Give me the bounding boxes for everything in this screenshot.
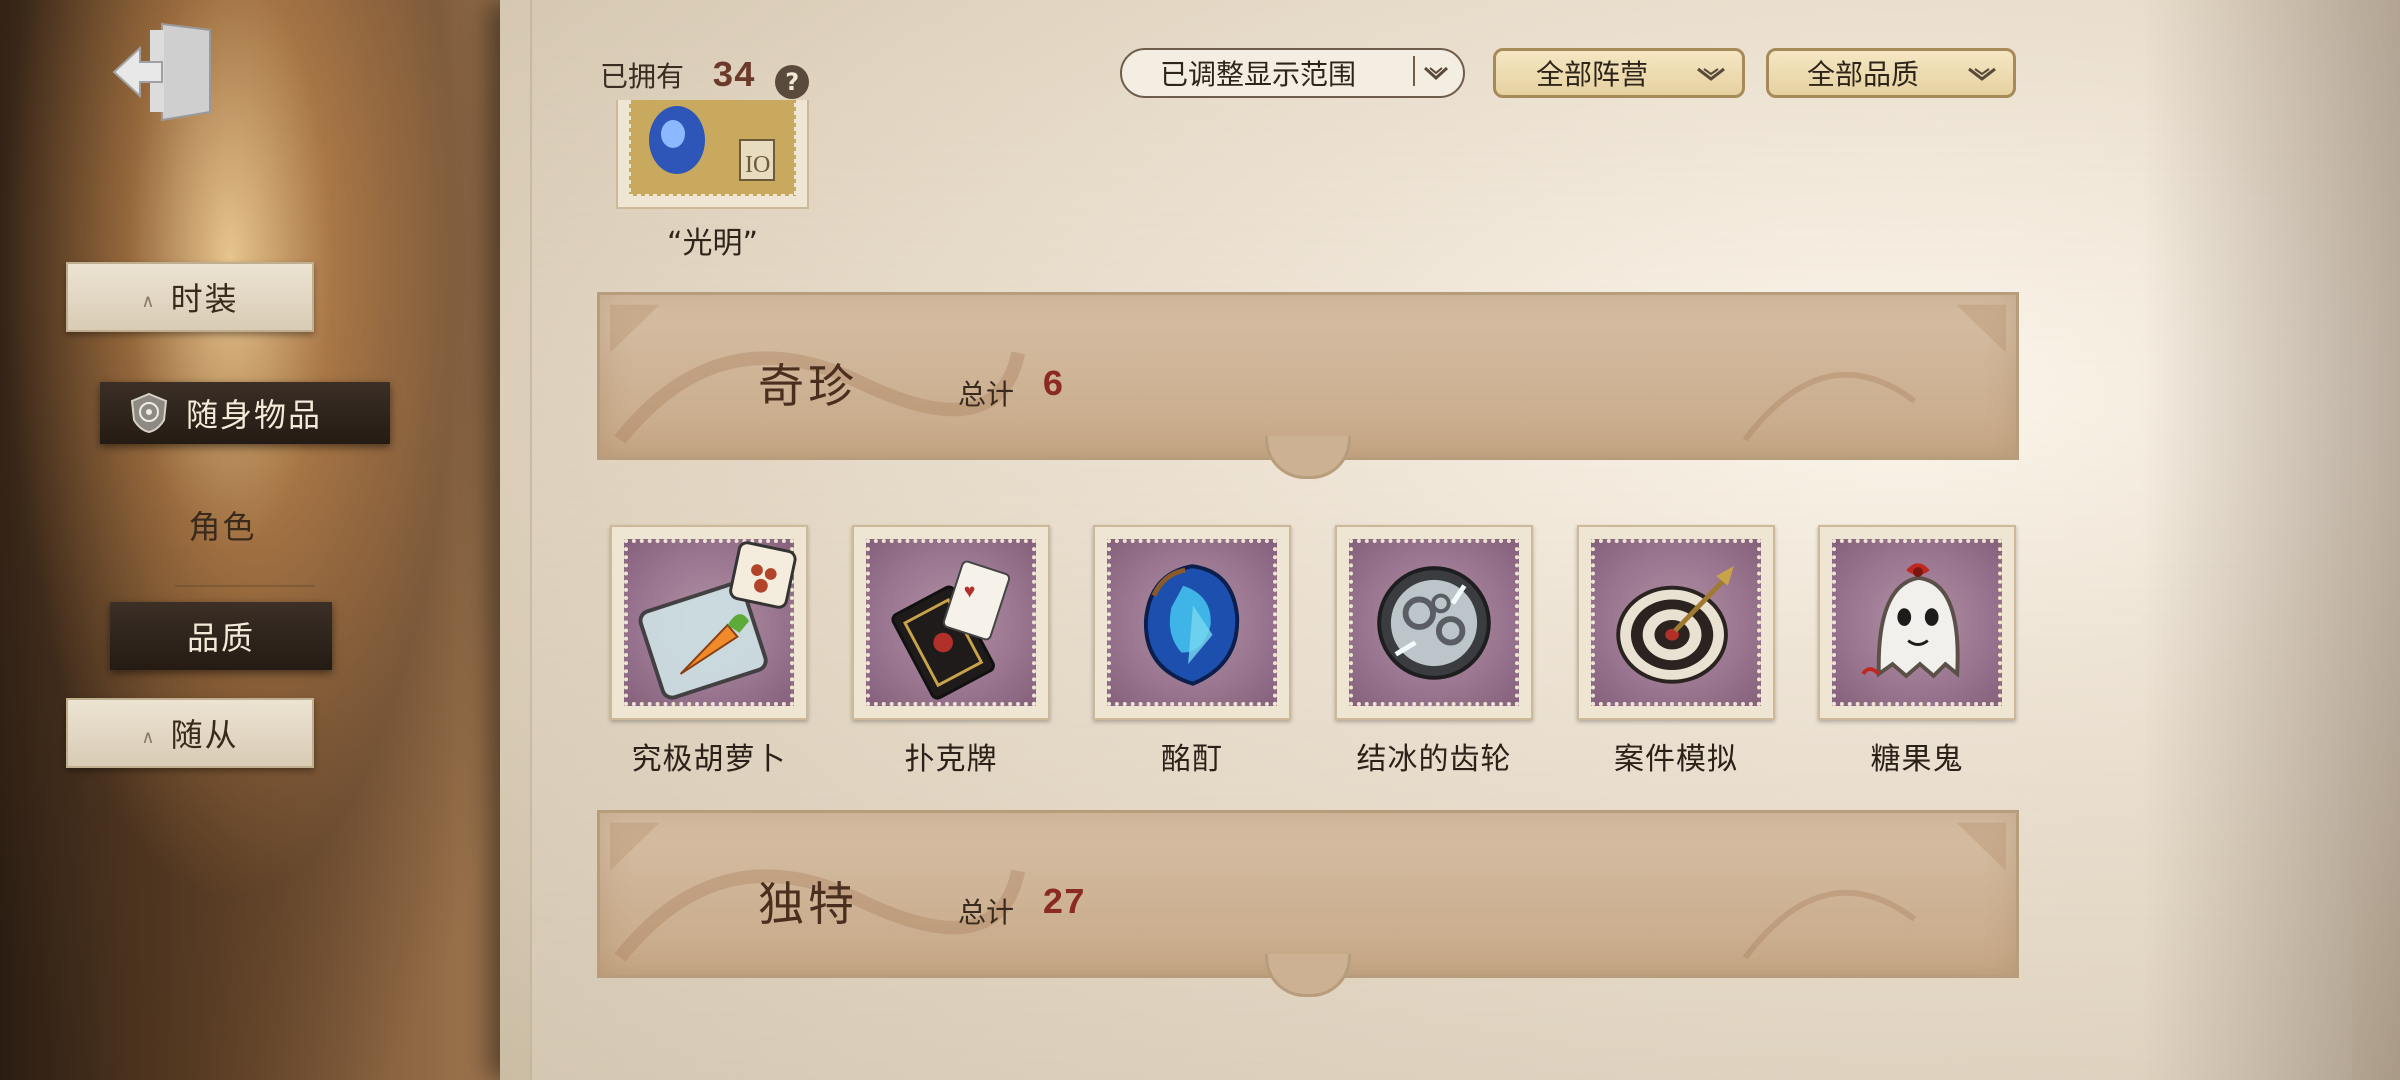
owned-count-row: 已拥有 34 ? [600,55,810,99]
svg-text:IO: IO [745,152,770,178]
item-stamp [610,525,808,720]
item-label: 扑克牌 [904,742,998,777]
item-card[interactable]: ♥ 扑克牌 [852,525,1057,778]
owned-count: 34 [712,56,756,97]
nav-item-label: 品质 [186,619,255,657]
nav-item-character[interactable]: 角色 [150,500,295,550]
quality-filter-dropdown[interactable]: 全部品质 [1766,48,2016,98]
item-label: 案件模拟 [1614,742,1738,777]
nav-item-companion[interactable]: ∧ 随从 [66,698,314,768]
nav-item-label: 时装 [170,280,239,318]
item-label: “光明” [666,226,759,261]
nav-item-fashion[interactable]: ∧ 时装 [66,262,314,332]
faction-filter-dropdown[interactable]: 全部阵营 [1493,48,1745,98]
item-label: 究极胡萝卜 [631,742,787,777]
nav-item-label: 随身物品 [186,396,323,434]
emblem-icon [128,392,170,434]
item-stamp [1577,525,1775,720]
exit-door-icon[interactable] [110,16,220,126]
nav-item-label: 角色 [188,508,257,546]
section-banner-rare: 奇珍 总计 6 [597,292,2019,460]
item-card[interactable]: 究极胡萝卜 [610,525,815,778]
item-stamp-light[interactable]: IO [615,100,810,210]
right-edge-shadow [2140,0,2400,1080]
item-card[interactable]: 案件模拟 [1577,525,1782,778]
owned-label: 已拥有 [600,60,685,93]
section-banner-unique: 独特 总计 27 [597,810,2019,978]
section-count-label: 总计 [958,378,1015,411]
nav-item-label: 随从 [170,716,239,754]
chevron-up-icon: ∧ [141,726,157,748]
item-label: 酩酊 [1161,742,1223,777]
item-stamp [1335,525,1533,720]
item-label: 结冰的齿轮 [1356,742,1512,777]
nav-item-accessories[interactable]: 随身物品 [100,382,390,444]
section-count: 27 [1042,883,1086,924]
carrot-jar-icon [638,541,797,700]
item-stamp: ♥ [852,525,1050,720]
nav-divider [175,585,315,587]
dropdown-label: 全部品质 [1807,58,1920,91]
chevron-up-icon: ∧ [141,290,157,312]
nav-item-quality[interactable]: 品质 [110,602,332,670]
candy-ghost-icon [1861,563,1960,679]
item-stamp [1093,525,1291,720]
item-stamp [1818,525,2016,720]
crystal-heart-icon [1144,564,1240,686]
help-icon[interactable]: ? [775,65,810,99]
section-count-label: 总计 [958,896,1015,929]
section-count: 6 [1042,365,1064,406]
chevron-down-icon [1694,59,1728,89]
frozen-gear-icon [1377,566,1491,680]
chevron-down-icon [1413,56,1453,86]
chevron-down-icon [1965,59,1999,89]
display-range-dropdown[interactable]: 已调整显示范围 [1120,48,1465,98]
section-title: 奇珍 [758,359,858,413]
svg-text:♥: ♥ [964,581,976,603]
playing-cards-icon: ♥ [891,560,1011,700]
dartboard-icon [1616,566,1734,684]
item-card[interactable]: 结冰的齿轮 [1335,525,1540,778]
section-title: 独特 [758,877,858,931]
item-card[interactable]: 糖果鬼 [1818,525,2023,778]
dropdown-label: 已调整显示范围 [1160,58,1357,91]
item-label: 糖果鬼 [1870,742,1964,777]
item-card[interactable]: 酩酊 [1093,525,1298,778]
dropdown-label: 全部阵营 [1536,58,1649,91]
